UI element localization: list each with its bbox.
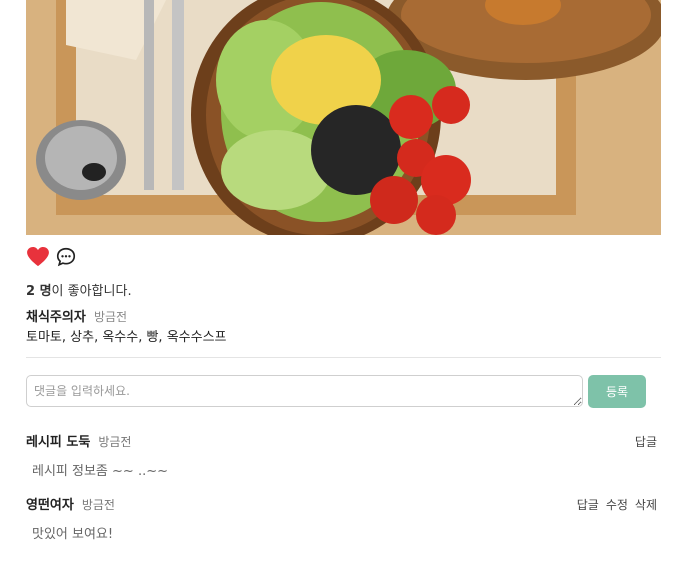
- post-photo: [26, 0, 661, 235]
- reply-button[interactable]: 답글: [577, 496, 599, 513]
- comment-button[interactable]: [54, 245, 78, 269]
- delete-button[interactable]: 삭제: [635, 496, 657, 513]
- salad-photo-illustration: [26, 0, 661, 235]
- speech-bubble-icon: [56, 247, 76, 267]
- comment-time: 방금전: [81, 498, 115, 512]
- submit-comment-button[interactable]: 등록: [588, 375, 646, 408]
- comment-item: 레시피 도둑 방금전 답글 레시피 정보좀 ~~ ..~~: [26, 431, 657, 479]
- edit-button[interactable]: 수정: [606, 496, 628, 513]
- comment-item: 영떤여자 방금전 답글 수정 삭제 맛있어 보여요!: [26, 494, 657, 542]
- comment-author[interactable]: 레시피 도둑: [26, 431, 90, 450]
- comment-body: 레시피 정보좀 ~~ ..~~: [32, 464, 168, 479]
- heart-icon: [27, 247, 49, 267]
- post-author-name[interactable]: 채식주의자: [26, 310, 86, 325]
- post-actions: [26, 245, 78, 269]
- post-caption: 토마토, 상추, 옥수수, 빵, 옥수수스프: [26, 330, 227, 345]
- like-count-suffix: 이 좋아합니다.: [51, 284, 132, 299]
- comment-time: 방금전: [98, 435, 132, 449]
- comment-header: 레시피 도둑 방금전 답글: [26, 431, 657, 450]
- comment-actions: 답글: [635, 433, 657, 450]
- divider: [26, 357, 661, 358]
- post-author-line: 채식주의자 방금전: [26, 306, 127, 325]
- comment-header: 영떤여자 방금전 답글 수정 삭제: [26, 494, 657, 513]
- post-time: 방금전: [93, 310, 128, 324]
- like-count-number: 2 명: [26, 284, 52, 299]
- comment-actions: 답글 수정 삭제: [577, 496, 657, 513]
- comment-body: 맛있어 보여요!: [32, 527, 114, 542]
- like-count: 2 명이 좋아합니다.: [26, 280, 132, 299]
- like-button[interactable]: [26, 245, 50, 269]
- comment-input[interactable]: [26, 375, 583, 407]
- reply-button[interactable]: 답글: [635, 433, 657, 450]
- comment-author[interactable]: 영떤여자: [26, 494, 74, 513]
